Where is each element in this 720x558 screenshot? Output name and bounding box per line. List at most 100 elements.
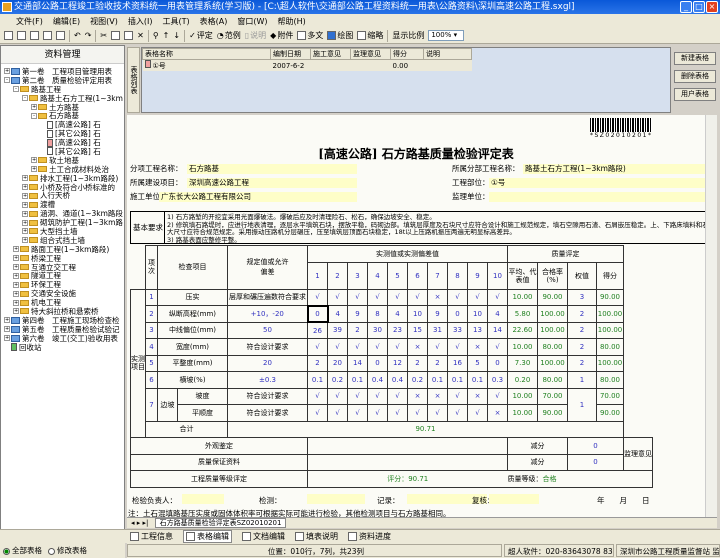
measured-value[interactable]: 5 — [467, 354, 488, 372]
measured-value[interactable]: √ — [327, 404, 348, 422]
spec-value[interactable]: 50 — [227, 321, 308, 339]
weight[interactable]: 2 — [567, 354, 597, 372]
tree-item[interactable]: [其它公路] 石 — [1, 147, 124, 156]
measured-value[interactable]: 0 — [306, 304, 329, 323]
spec-value[interactable]: 符合设计要求 — [227, 387, 308, 405]
collapse-icon[interactable]: - — [31, 112, 37, 119]
tree-item[interactable]: + 互通立交工程 — [1, 263, 124, 271]
measured-value[interactable]: 0.4 — [367, 371, 388, 389]
minimize-button[interactable]: _ — [680, 1, 692, 13]
measured-value[interactable]: 0 — [487, 354, 508, 372]
measured-value[interactable]: 0.2 — [327, 371, 348, 389]
measured-value[interactable]: √ — [307, 387, 328, 405]
spec-value[interactable]: ±0.3 — [227, 371, 308, 389]
measured-value[interactable]: 16 — [447, 354, 468, 372]
expand-icon[interactable]: + — [13, 255, 19, 262]
measured-value[interactable]: √ — [347, 404, 368, 422]
tree-item[interactable]: + 渡槽 — [1, 200, 124, 209]
tree-item[interactable]: + 路面工程(1~3km路段) — [1, 245, 124, 254]
measured-value[interactable]: √ — [327, 288, 348, 306]
expand-icon[interactable]: + — [13, 272, 19, 279]
open-icon[interactable] — [17, 31, 26, 40]
attach-button[interactable]: ◆ 附件 — [270, 30, 293, 41]
menu-item[interactable]: 视图(V) — [90, 16, 118, 27]
tree-item[interactable]: + 涵洞、通道(1~3km路段 — [1, 209, 124, 218]
expand-icon[interactable]: + — [31, 166, 37, 173]
spec-value[interactable]: +10，-20 — [227, 305, 308, 323]
weight[interactable]: 2 — [567, 338, 597, 356]
close-button[interactable]: × — [706, 1, 718, 13]
bottom-tab[interactable]: 填表说明 — [295, 531, 338, 542]
preview-icon[interactable] — [43, 31, 52, 40]
draw-button[interactable]: 绘图 — [327, 30, 353, 41]
menu-item[interactable]: 文件(F) — [16, 16, 43, 27]
expand-icon[interactable]: + — [22, 219, 28, 226]
measured-value[interactable]: √ — [407, 288, 428, 306]
menu-item[interactable]: 插入(I) — [128, 16, 153, 27]
measured-value[interactable]: 0.1 — [307, 371, 328, 389]
tree-item[interactable]: + 环保工程 — [1, 280, 124, 289]
subitem-field[interactable]: 石方路基 — [187, 164, 357, 174]
measured-value[interactable]: 0.1 — [447, 371, 468, 389]
tree-item[interactable]: - 第二卷 质量检验评定用表 — [1, 76, 124, 85]
measured-value[interactable]: √ — [367, 404, 388, 422]
measured-value[interactable]: √ — [347, 338, 368, 356]
expand-icon[interactable]: + — [4, 317, 10, 324]
measured-value[interactable]: 33 — [447, 321, 468, 339]
weight[interactable]: 3 — [567, 288, 597, 306]
explain-button[interactable]: ▯ 说明 — [245, 30, 266, 41]
weight[interactable]: 2 — [567, 321, 597, 339]
tree-item[interactable]: + 特大斜拉桥和悬索桥 — [1, 307, 124, 316]
tree-item[interactable]: - 石方路基 — [1, 111, 124, 120]
measured-value[interactable]: 20 — [327, 354, 348, 372]
spec-value[interactable]: 符合设计要求 — [227, 404, 308, 422]
tree-item[interactable]: - 路基工程 — [1, 85, 124, 94]
delete-table-button[interactable]: 删除表格 — [674, 70, 716, 83]
measured-value[interactable]: × — [407, 387, 428, 405]
division-field[interactable]: 路基土石方工程(1~3km路段) — [523, 164, 705, 174]
measured-value[interactable]: √ — [327, 338, 348, 356]
collapse-icon[interactable]: - — [22, 95, 28, 102]
measured-value[interactable]: √ — [407, 404, 428, 422]
measured-value[interactable]: 2 — [347, 321, 368, 339]
column-header[interactable]: 得分 — [390, 48, 424, 60]
measured-value[interactable]: 14 — [487, 321, 508, 339]
expand-icon[interactable]: + — [13, 290, 19, 297]
cut-icon[interactable]: ✂ — [100, 31, 107, 40]
measured-value[interactable]: × — [427, 288, 448, 306]
project-field[interactable]: 深圳高速公路工程 — [187, 178, 357, 188]
measured-value[interactable]: × — [487, 404, 508, 422]
collapse-icon[interactable]: - — [4, 77, 10, 84]
weight[interactable]: 2 — [567, 305, 597, 323]
expand-icon[interactable]: + — [4, 326, 10, 333]
measured-value[interactable]: 0.3 — [487, 371, 508, 389]
evaluate-button[interactable]: ✓ 评定 — [189, 30, 213, 41]
user-table-button[interactable]: 用户表格 — [674, 88, 716, 101]
measured-value[interactable]: √ — [347, 387, 368, 405]
measured-value[interactable]: 2 — [307, 354, 328, 372]
expand-icon[interactable]: + — [31, 104, 37, 110]
expand-icon[interactable]: + — [22, 201, 28, 208]
assurance-field[interactable] — [307, 453, 508, 471]
vertical-scrollbar[interactable] — [705, 115, 717, 517]
tree-item[interactable]: + 砌筑防护工程(1~3km路 — [1, 218, 124, 227]
measured-value[interactable]: √ — [387, 338, 408, 356]
expand-icon[interactable]: + — [13, 299, 19, 306]
tree-item[interactable]: [高速公路] 石 — [1, 120, 124, 129]
menu-item[interactable]: 工具(T) — [162, 16, 189, 27]
zoom-select[interactable]: 100% ▾ — [428, 30, 465, 41]
tree-item[interactable]: + 大型挡土墙 — [1, 227, 124, 236]
collapse-icon[interactable]: - — [13, 86, 19, 93]
measured-value[interactable]: √ — [467, 288, 488, 306]
move-down-icon[interactable]: ↓ — [173, 31, 180, 40]
measured-value[interactable]: 10 — [407, 305, 428, 323]
tree-item[interactable]: + 第一卷 工程项目管理用表 — [1, 67, 124, 76]
measured-value[interactable]: √ — [447, 387, 468, 405]
tree-item[interactable]: + 第四卷 工程施工现场检查检 — [1, 316, 124, 325]
expand-icon[interactable]: + — [13, 264, 19, 271]
measured-value[interactable]: 4 — [387, 305, 408, 323]
spec-value[interactable]: 层厚和碾压遍数符合要求 — [227, 288, 308, 306]
column-header[interactable]: 施工意见 — [310, 48, 351, 60]
measured-value[interactable]: × — [427, 387, 448, 405]
tree-item[interactable]: + 第六卷 竣工(交工)验收用表 — [1, 334, 124, 343]
